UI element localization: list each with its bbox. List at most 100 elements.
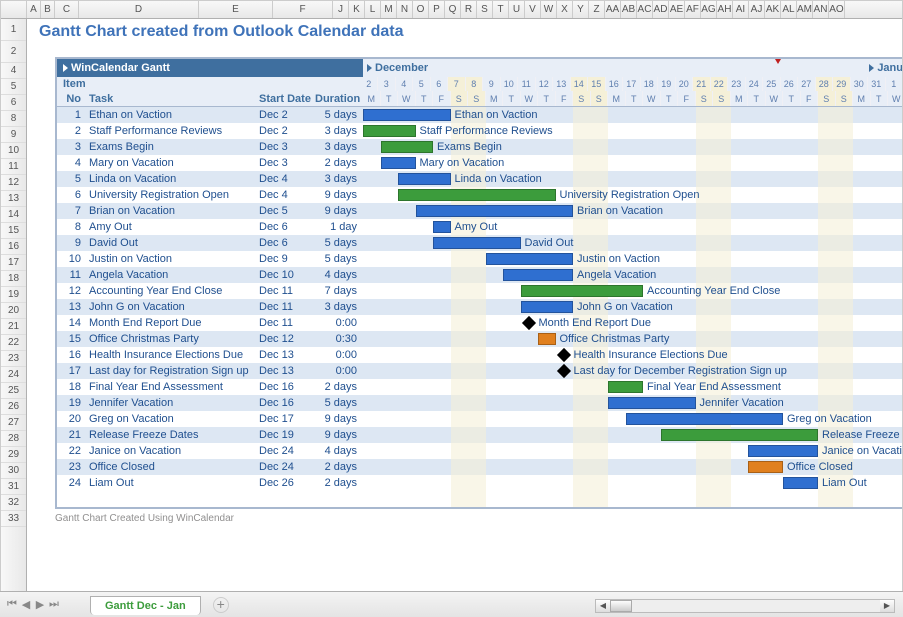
column-header[interactable]: AA (605, 1, 621, 18)
gantt-bar[interactable] (363, 109, 451, 121)
column-header[interactable]: K (349, 1, 365, 18)
task-row[interactable]: 13John G on VacationDec 113 daysJohn G o… (57, 299, 902, 315)
column-header[interactable]: C (55, 1, 79, 18)
column-header[interactable]: M (381, 1, 397, 18)
row-header[interactable]: 32 (1, 495, 26, 511)
column-header[interactable]: F (273, 1, 333, 18)
gantt-bar[interactable] (433, 221, 451, 233)
column-header[interactable]: B (41, 1, 55, 18)
column-header[interactable]: P (429, 1, 445, 18)
column-header[interactable]: AF (685, 1, 701, 18)
row-header[interactable]: 1 (1, 19, 26, 41)
column-header[interactable]: Q (445, 1, 461, 18)
gantt-bar[interactable] (521, 285, 644, 297)
col-no[interactable]: No (57, 91, 89, 106)
column-header[interactable]: Z (589, 1, 605, 18)
task-row[interactable]: 14Month End Report DueDec 110:00Month En… (57, 315, 902, 331)
col-start[interactable]: Start Date (259, 91, 315, 106)
column-header[interactable]: AH (717, 1, 733, 18)
col-task[interactable]: Task (89, 91, 259, 106)
row-header[interactable]: 31 (1, 479, 26, 495)
gantt-bar[interactable] (748, 445, 818, 457)
horizontal-scrollbar[interactable]: ◀ ▶ (595, 599, 895, 613)
column-header[interactable]: J (333, 1, 349, 18)
gantt-bar[interactable] (748, 461, 783, 473)
column-header[interactable]: A (27, 1, 41, 18)
row-header[interactable]: 8 (1, 111, 26, 127)
task-row[interactable]: 9David OutDec 65 daysDavid Out (57, 235, 902, 251)
task-row[interactable]: 2Staff Performance ReviewsDec 23 daysSta… (57, 123, 902, 139)
column-header[interactable]: W (541, 1, 557, 18)
column-header[interactable]: O (413, 1, 429, 18)
column-header[interactable]: AD (653, 1, 669, 18)
row-header[interactable]: 4 (1, 63, 26, 79)
column-header[interactable]: L (365, 1, 381, 18)
gantt-bar[interactable] (416, 205, 574, 217)
scroll-right-icon[interactable]: ▶ (880, 600, 894, 612)
gantt-bar[interactable] (538, 333, 556, 345)
column-header[interactable]: Y (573, 1, 589, 18)
first-sheet-icon[interactable]: ⏮ (6, 598, 18, 611)
column-header[interactable]: U (509, 1, 525, 18)
task-row[interactable]: 23Office ClosedDec 242 daysOffice Closed (57, 459, 902, 475)
task-row[interactable]: 16Health Insurance Elections DueDec 130:… (57, 347, 902, 363)
column-header[interactable]: T (493, 1, 509, 18)
task-row[interactable]: 12Accounting Year End CloseDec 117 daysA… (57, 283, 902, 299)
column-header[interactable]: D (79, 1, 199, 18)
task-row[interactable]: 20Greg on VacationDec 179 daysGreg on Va… (57, 411, 902, 427)
row-header[interactable]: 10 (1, 143, 26, 159)
row-header[interactable]: 5 (1, 79, 26, 95)
gantt-bar[interactable] (398, 189, 556, 201)
row-header[interactable]: 22 (1, 335, 26, 351)
row-header[interactable]: 30 (1, 463, 26, 479)
column-header[interactable]: AN (813, 1, 829, 18)
col-duration[interactable]: Duration (315, 91, 363, 106)
task-row[interactable]: 11Angela VacationDec 104 daysAngela Vaca… (57, 267, 902, 283)
gantt-bar[interactable] (608, 397, 696, 409)
task-row[interactable]: 5Linda on VacationDec 43 daysLinda on Va… (57, 171, 902, 187)
row-header[interactable]: 19 (1, 287, 26, 303)
task-row[interactable]: 17Last day for Registration Sign upDec 1… (57, 363, 902, 379)
gantt-bar[interactable] (608, 381, 643, 393)
prev-sheet-icon[interactable]: ◀ (20, 598, 32, 611)
row-header[interactable]: 28 (1, 431, 26, 447)
row-header[interactable]: 25 (1, 383, 26, 399)
task-row[interactable]: 3Exams BeginDec 33 daysExams Begin (57, 139, 902, 155)
task-row[interactable]: 18Final Year End AssessmentDec 162 daysF… (57, 379, 902, 395)
gantt-bar[interactable] (661, 429, 819, 441)
scroll-left-icon[interactable]: ◀ (596, 600, 610, 612)
column-header[interactable]: AB (621, 1, 637, 18)
row-header[interactable]: 33 (1, 511, 26, 527)
row-header[interactable]: 29 (1, 447, 26, 463)
gantt-bar[interactable] (398, 173, 451, 185)
gantt-bar[interactable] (626, 413, 784, 425)
gantt-bar[interactable] (783, 477, 818, 489)
task-row[interactable]: 15Office Christmas PartyDec 120:30Office… (57, 331, 902, 347)
task-row[interactable]: 22Janice on VacationDec 244 daysJanice o… (57, 443, 902, 459)
month-header[interactable]: December Janu (363, 59, 902, 77)
task-row[interactable]: 7Brian on VacationDec 59 daysBrian on Va… (57, 203, 902, 219)
gantt-bar[interactable] (486, 253, 574, 265)
row-header[interactable]: 6 (1, 95, 26, 111)
row-header[interactable]: 26 (1, 399, 26, 415)
scroll-thumb[interactable] (610, 600, 632, 612)
column-header[interactable]: AG (701, 1, 717, 18)
row-header[interactable]: 16 (1, 239, 26, 255)
task-row[interactable]: 21Release Freeze DatesDec 199 daysReleas… (57, 427, 902, 443)
column-header[interactable]: AJ (749, 1, 765, 18)
row-header[interactable]: 2 (1, 41, 26, 63)
row-header[interactable]: 27 (1, 415, 26, 431)
row-header[interactable]: 13 (1, 191, 26, 207)
row-header[interactable]: 24 (1, 367, 26, 383)
column-header[interactable]: AM (797, 1, 813, 18)
task-row[interactable]: 10Justin on VactionDec 95 daysJustin on … (57, 251, 902, 267)
row-header[interactable]: 15 (1, 223, 26, 239)
last-sheet-icon[interactable]: ⏭ (48, 598, 60, 611)
column-header[interactable]: S (477, 1, 493, 18)
column-header[interactable]: AI (733, 1, 749, 18)
column-header[interactable]: X (557, 1, 573, 18)
column-header[interactable]: AE (669, 1, 685, 18)
row-header[interactable]: 20 (1, 303, 26, 319)
task-row[interactable]: 19Jennifer VacationDec 165 daysJennifer … (57, 395, 902, 411)
column-header[interactable]: V (525, 1, 541, 18)
